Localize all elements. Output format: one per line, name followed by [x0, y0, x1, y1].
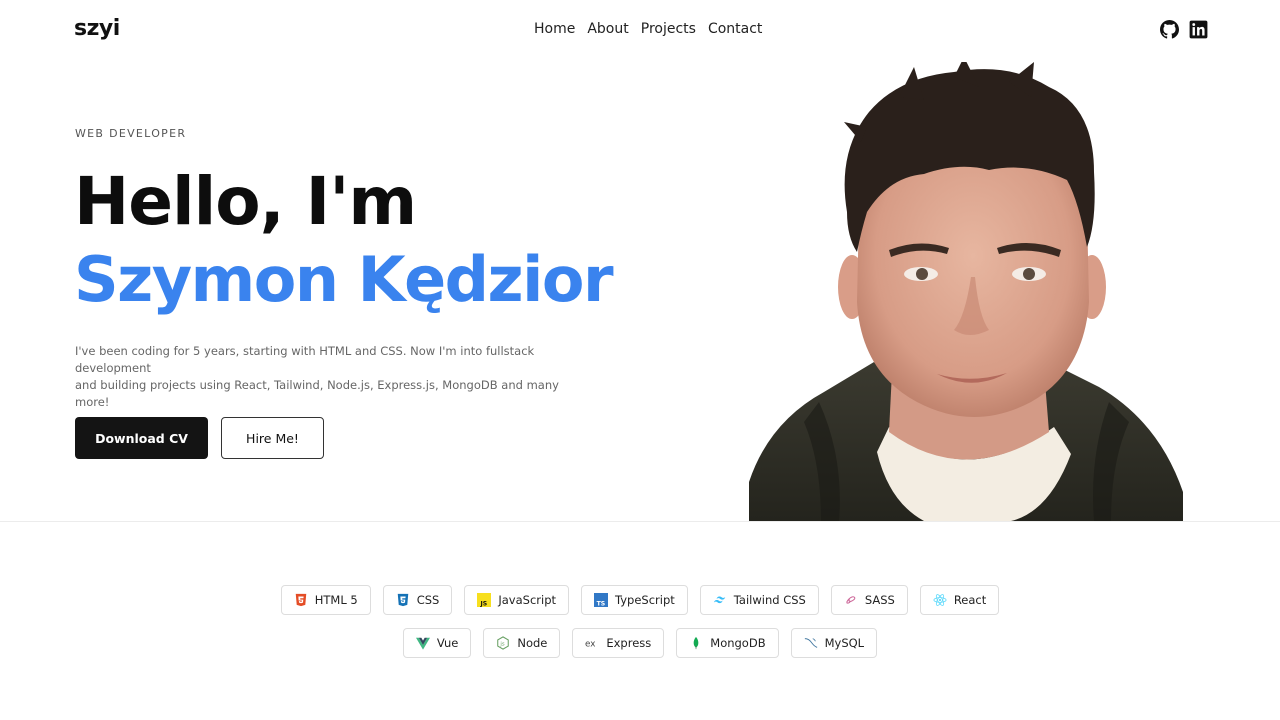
skill-label: SASS [864, 593, 895, 607]
skill-chip-typescript: TS TypeScript [581, 585, 688, 615]
download-cv-button[interactable]: Download CV [75, 417, 208, 459]
role-eyebrow: WEB DEVELOPER [75, 127, 187, 140]
express-icon: ex [585, 640, 595, 650]
svg-text:ex: ex [585, 640, 595, 650]
skill-label: React [953, 593, 987, 607]
skill-chip-javascript: JS JavaScript [464, 585, 570, 615]
hero-greeting: Hello, I'm [74, 163, 417, 240]
mongodb-icon [693, 636, 699, 650]
skill-label: Express [606, 636, 652, 650]
hero-intro-line-2: and building projects using React, Tailw… [75, 378, 559, 409]
skill-label: Tailwind CSS [733, 593, 806, 607]
skill-label: MongoDB [710, 636, 766, 650]
react-icon [933, 594, 947, 606]
html5-icon [295, 593, 306, 607]
javascript-icon: JS [477, 593, 492, 607]
skill-label: JavaScript [498, 593, 557, 607]
svg-text:js: js [500, 642, 505, 648]
skill-label: CSS [416, 593, 440, 607]
hero-name: Szymon Kędzior [74, 243, 614, 316]
node-icon: js [497, 636, 510, 650]
skills-row-1: HTML 5 CSS JS JavaScript TS TypeScript T… [0, 585, 1280, 615]
skill-chip-express: ex Express [572, 628, 665, 658]
nav-link-about[interactable]: About [587, 21, 628, 37]
sass-icon [845, 596, 856, 604]
mysql-icon [804, 638, 817, 648]
skill-label: TypeScript [615, 593, 675, 607]
nav-links: Home About Projects Contact [534, 21, 762, 37]
css3-icon [397, 593, 408, 607]
nav-link-home[interactable]: Home [534, 21, 575, 37]
skill-chip-vue: Vue [402, 628, 472, 658]
linkedin-icon[interactable] [1189, 20, 1208, 39]
hero-intro: I've been coding for 5 years, starting w… [75, 343, 595, 411]
skill-chip-sass: SASS [830, 585, 908, 615]
skills-row-2: Vue js Node ex Express MongoDB MySQL [0, 628, 1280, 658]
skill-chip-react: React [919, 585, 1000, 615]
social-links [1160, 20, 1208, 39]
skill-chip-mongodb: MongoDB [676, 628, 779, 658]
skill-label: MySQL [824, 636, 865, 650]
nav-link-contact[interactable]: Contact [708, 21, 762, 37]
skill-label: HTML 5 [314, 593, 358, 607]
section-divider [0, 521, 1280, 522]
skill-chip-html5: HTML 5 [280, 585, 371, 615]
profile-photo [749, 62, 1183, 521]
skill-label: Node [517, 636, 548, 650]
hero-intro-line-1: I've been coding for 5 years, starting w… [75, 344, 535, 375]
vue-icon [415, 637, 430, 650]
skill-chip-node: js Node [483, 628, 561, 658]
top-navbar: szyi Home About Projects Contact [0, 0, 1280, 60]
typescript-icon: TS [594, 593, 609, 607]
nav-link-projects[interactable]: Projects [641, 21, 696, 37]
site-logo[interactable]: szyi [74, 16, 120, 41]
github-icon[interactable] [1160, 20, 1179, 39]
svg-text:JS: JS [480, 600, 488, 607]
skill-chip-css: CSS [382, 585, 453, 615]
skill-chip-mysql: MySQL [790, 628, 878, 658]
skill-label: Vue [436, 636, 459, 650]
svg-text:TS: TS [597, 600, 606, 607]
tailwind-icon [713, 596, 726, 604]
skill-chip-tailwind: Tailwind CSS [699, 585, 819, 615]
hire-me-button[interactable]: Hire Me! [221, 417, 324, 459]
